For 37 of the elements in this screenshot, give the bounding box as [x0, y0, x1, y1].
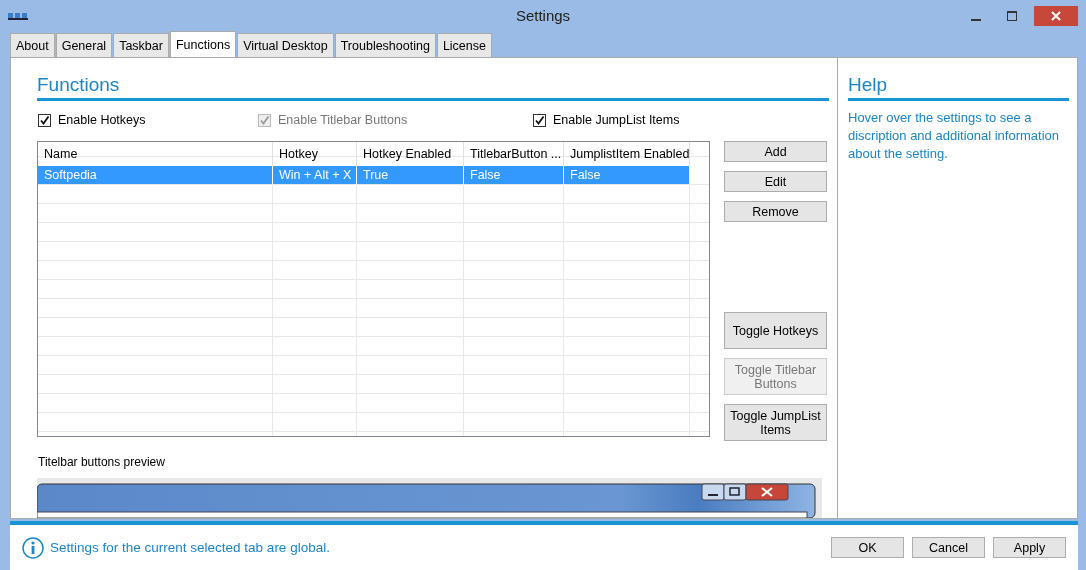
dialog-button[interactable]: Apply	[993, 537, 1066, 559]
status-text: Settings for the current selected tab are global.	[50, 540, 330, 556]
help-text: Hover over the settings to see a discription and additional information about the setting.	[848, 109, 1060, 164]
tab[interactable]: Functions	[169, 31, 237, 58]
table-cell: Win + Alt + X	[273, 166, 357, 186]
tab[interactable]: Taskbar	[113, 33, 169, 58]
checkbox-label: Enable JumpList Items	[553, 113, 680, 128]
tab[interactable]: License	[436, 33, 492, 58]
checkbox[interactable]	[38, 113, 51, 127]
preview-label: Titelbar buttons preview	[38, 455, 166, 470]
table-cell: False	[464, 166, 564, 186]
checkbox-label: Enable Titlebar Buttons	[278, 113, 408, 128]
table-action-button[interactable]: Remove	[724, 201, 827, 223]
table-action-button[interactable]: Edit	[724, 171, 827, 193]
section-title: Functions	[37, 74, 829, 102]
tab[interactable]: General	[55, 33, 113, 58]
dialog-button[interactable]: OK	[831, 537, 904, 559]
app-icon	[8, 10, 28, 21]
table-cell: Softpedia	[38, 166, 273, 186]
maximize-icon	[1007, 10, 1017, 21]
tab[interactable]: Troubleshooting	[334, 33, 436, 58]
checkbox[interactable]	[533, 113, 546, 127]
table-cell: False	[564, 166, 690, 186]
close-button[interactable]	[1034, 5, 1078, 26]
info-icon	[22, 536, 44, 559]
minimize-icon	[971, 18, 981, 21]
toggle-button[interactable]: Toggle Hotkeys	[724, 312, 827, 350]
tab[interactable]: Virtual Desktop	[237, 33, 334, 58]
toggle-button[interactable]: Toggle JumpList Items	[724, 404, 827, 442]
window-title: Settings	[515, 7, 571, 25]
dialog-button[interactable]: Cancel	[912, 537, 985, 559]
tab[interactable]: About	[10, 33, 55, 58]
table-action-button[interactable]: Add	[724, 141, 827, 163]
checkbox-label: Enable Hotkeys	[58, 113, 146, 128]
help-title: Help	[848, 74, 1069, 102]
table-cell: True	[357, 166, 464, 186]
close-icon	[1051, 10, 1061, 21]
